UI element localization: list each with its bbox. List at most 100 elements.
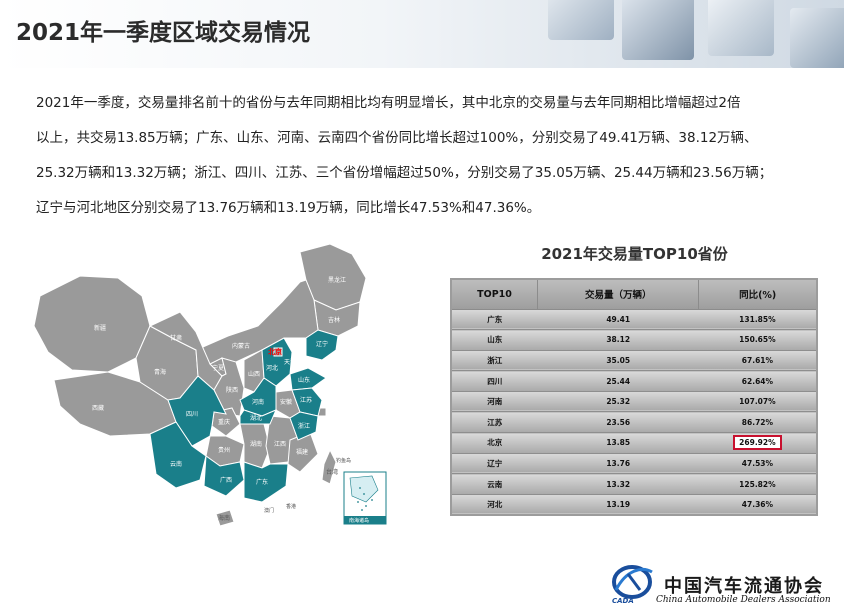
table-header-row: TOP10 交易量（万辆） 同比(%) [450,278,818,310]
decor-cube [708,0,774,56]
volume-cell: 13.85 [537,432,699,454]
map-label: 天津 [284,359,296,366]
table-row: 浙江 35.05 67.61% [451,350,817,372]
table-row: 江苏 23.56 86.72% [451,411,817,434]
province-cell: 辽宁 [451,453,538,475]
map-label: 陕西 [226,386,238,394]
column-header: 交易量（万辆） [537,278,700,310]
map-label: 南海诸岛 [349,517,369,524]
page-title: 2021年一季度区域交易情况 [16,20,311,46]
volume-cell: 13.19 [537,494,699,516]
map-label: 甘肃 [170,334,182,342]
province-neimenggu [195,279,319,365]
map-label: 内蒙古 [232,342,250,350]
province-cell: 广东 [451,309,538,331]
map-label: 上海 [322,420,334,428]
map-label: 青海 [154,368,166,376]
province-cell: 云南 [451,473,538,495]
volume-cell: 35.05 [537,350,699,372]
yoy-cell: 67.61% [698,350,817,372]
yoy-cell: 107.07% [698,391,817,413]
volume-cell: 13.76 [537,453,699,475]
map-label: 钓鱼岛 [336,457,351,464]
decor-cube [548,0,614,40]
yoy-cell: 150.65% [698,329,817,351]
map-label: 新疆 [94,324,106,332]
china-map: 黑龙江 吉林 辽宁 内蒙古 新疆 西藏 青海 甘肃 宁夏 陕西 山西 河北 北京… [33,243,387,527]
yoy-cell: 131.85% [698,309,817,331]
map-label: 辽宁 [316,340,328,348]
volume-cell: 25.44 [537,370,699,392]
table-row: 广东 49.41 131.85% [451,309,817,331]
yoy-cell: 125.82% [698,473,817,495]
yoy-cell: 47.36% [698,494,817,516]
map-label-beijing: 北京 [268,347,282,356]
province-cell: 山东 [451,329,538,351]
logo-abbr: CADA [612,597,634,605]
map-label: 吉林 [328,316,340,324]
map-label: 贵州 [218,446,230,454]
yoy-cell: 62.64% [698,370,817,392]
paragraph-line: 辽宁与河北地区分别交易了13.76万辆和13.19万辆，同比增长47.53%和4… [36,200,541,216]
volume-cell: 49.41 [537,309,699,331]
province-cell: 江苏 [451,411,538,434]
province-cell: 浙江 [451,350,538,372]
map-label: 黑龙江 [328,276,346,284]
map-label: 香港 [286,503,296,510]
map-label: 江苏 [300,396,312,404]
map-label: 四川 [186,411,198,418]
volume-cell: 38.12 [537,329,699,351]
volume-cell: 25.32 [537,391,699,413]
table-row: 辽宁 13.76 47.53% [451,453,817,475]
logo-english-name: China Automobile Dealers Association [656,595,831,605]
map-label: 重庆 [218,418,230,426]
table-row: 河南 25.32 107.07% [451,391,817,413]
map-label: 浙江 [298,422,310,430]
column-header: TOP10 [450,278,539,310]
map-label: 湖北 [250,414,262,422]
map-label: 江西 [274,441,286,448]
table-title: 2021年交易量TOP10省份 [541,245,728,263]
yoy-cell: 47.53% [698,453,817,475]
volume-cell: 13.32 [537,473,699,495]
map-label: 山东 [298,376,310,384]
cada-logo: CADA 中国汽车流通协会 China Automobile Dealers A… [606,560,844,608]
map-label: 山西 [248,370,260,378]
header-banner: 2021年一季度区域交易情况 [0,0,844,68]
province-cell: 河北 [451,494,538,516]
yoy-cell: 269.92% [698,432,817,454]
paragraph-line: 2021年一季度，交易量排名前十的省份与去年同期相比均有明显增长，其中北京的交易… [36,95,741,111]
table-row: 山东 38.12 150.65% [451,329,817,351]
volume-cell: 23.56 [537,411,699,434]
decor-cube [622,0,694,60]
map-label: 台湾 [326,468,338,476]
map-label: 安徽 [280,398,292,406]
map-label: 西藏 [92,404,104,412]
paragraph-line: 以上，共交易13.85万辆；广东、山东、河南、云南四个省份同比增长超过100%，… [36,130,758,146]
top10-table: TOP10 交易量（万辆） 同比(%) 广东 49.41 131.85% 山东 … [450,278,818,516]
map-label: 河北 [266,364,278,372]
yoy-cell: 86.72% [698,411,817,434]
column-header: 同比(%) [698,278,818,310]
map-label: 广西 [220,476,232,484]
province-xinjiang [33,275,151,373]
map-label: 澳门 [264,507,274,514]
map-label: 河南 [252,398,264,406]
table-row: 四川 25.44 62.64% [451,370,817,392]
province-taiwan [321,448,337,485]
province-cell: 四川 [451,370,538,392]
table-row: 河北 13.19 47.36% [451,494,817,516]
map-label: 云南 [170,460,182,468]
highlight-box: 269.92% [733,435,782,451]
map-label: 宁夏 [212,364,224,372]
paragraph-line: 25.32万辆和13.32万辆；浙江、四川、江苏、三个省份增幅超过50%，分别交… [36,165,773,181]
province-cell: 北京 [451,432,538,454]
map-label: 广东 [256,478,268,486]
map-label: 海南 [218,514,230,522]
map-label: 湖南 [250,440,262,448]
south-china-sea-inset: 南海诸岛 [343,471,387,525]
decor-cube [790,8,844,68]
province-cell: 河南 [451,391,538,413]
map-label: 福建 [296,448,308,456]
table-row: 云南 13.32 125.82% [451,473,817,495]
